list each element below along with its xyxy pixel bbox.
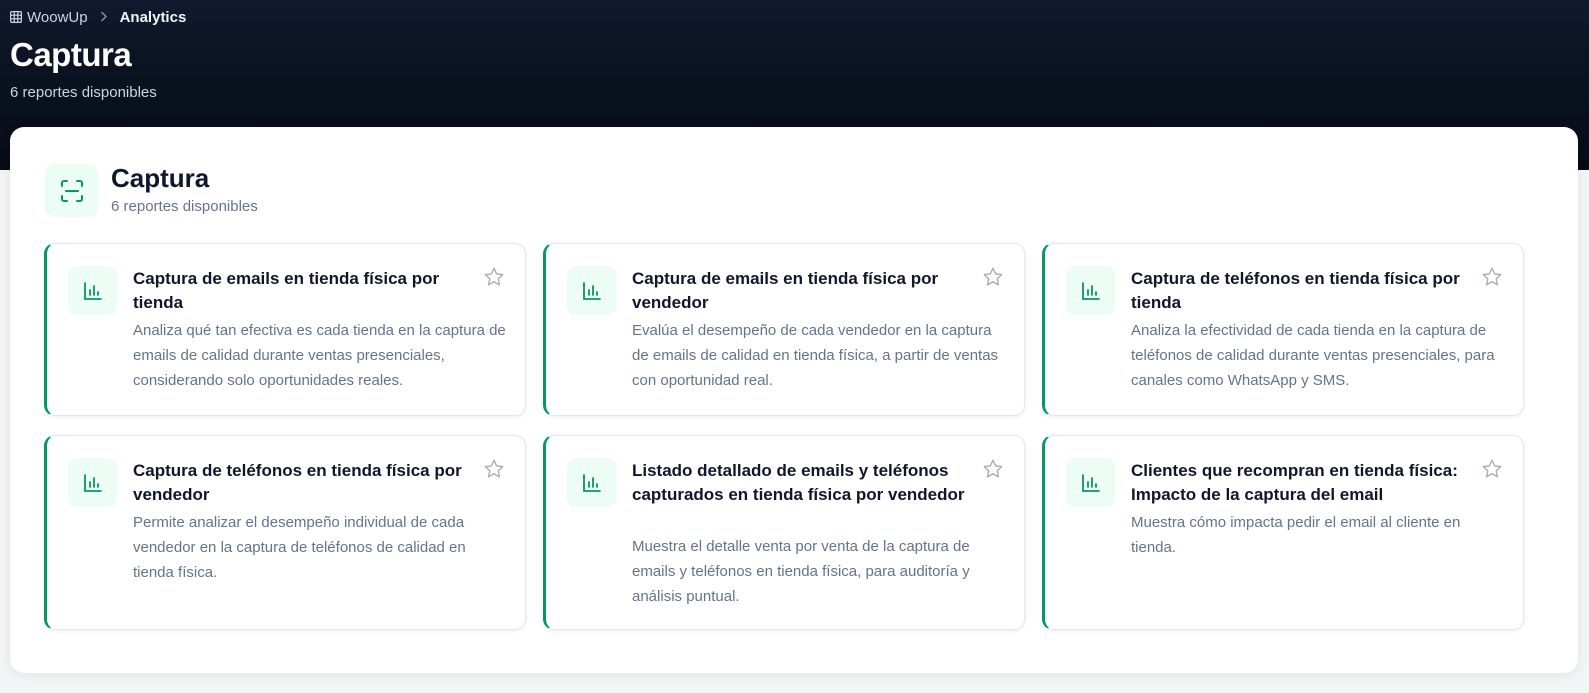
report-card[interactable]: Captura de teléfonos en tienda física po… xyxy=(44,435,526,630)
star-icon[interactable] xyxy=(1481,266,1503,288)
report-title: Captura de teléfonos en tienda física po… xyxy=(133,461,462,504)
star-icon[interactable] xyxy=(483,458,505,480)
page-title: Captura xyxy=(10,36,132,73)
report-description: Muestra cómo impacta pedir el email al c… xyxy=(1131,514,1461,556)
report-card[interactable]: Captura de emails en tienda física por t… xyxy=(44,243,526,416)
section-subtitle: 6 reportes disponibles xyxy=(111,198,258,215)
bar-chart-icon xyxy=(582,281,601,300)
report-card[interactable]: Captura de emails en tienda física por v… xyxy=(543,243,1025,416)
section-title: Captura xyxy=(111,163,210,193)
scan-icon xyxy=(60,179,83,202)
report-description: Evalúa el desempeño de cada vendedor en … xyxy=(632,322,999,389)
breadcrumb-home-label: WoowUp xyxy=(27,8,88,26)
section-icon-badge xyxy=(45,164,98,217)
report-description: Analiza la efectividad de cada tienda en… xyxy=(1131,322,1495,389)
bar-chart-icon xyxy=(83,473,102,492)
reports-panel: Captura 6 reportes disponibles Captura d… xyxy=(10,127,1578,673)
bar-chart-icon xyxy=(1081,281,1100,300)
breadcrumb-current: Analytics xyxy=(119,8,187,26)
report-description: Muestra el detalle venta por venta de la… xyxy=(632,538,970,605)
star-icon[interactable] xyxy=(982,266,1004,288)
breadcrumb-home[interactable]: WoowUp xyxy=(10,9,88,26)
report-title: Captura de teléfonos en tienda física po… xyxy=(1131,269,1460,312)
report-title: Captura de emails en tienda física por v… xyxy=(632,269,939,312)
report-icon-badge xyxy=(1066,266,1115,315)
report-title: Captura de emails en tienda física por t… xyxy=(133,269,440,312)
breadcrumb: WoowUp Analytics xyxy=(10,7,186,27)
report-card[interactable]: Captura de teléfonos en tienda física po… xyxy=(1042,243,1524,416)
report-icon-badge xyxy=(68,266,117,315)
grid-icon xyxy=(10,11,22,23)
report-title: Listado detallado de emails y teléfonos … xyxy=(632,461,965,504)
report-card[interactable]: Listado detallado de emails y teléfonos … xyxy=(543,435,1025,630)
bar-chart-icon xyxy=(582,473,601,492)
star-icon[interactable] xyxy=(1481,458,1503,480)
report-description: Permite analizar el desempeño individual… xyxy=(133,514,466,581)
report-icon-badge xyxy=(567,458,616,507)
page-subtitle: 6 reportes disponibles xyxy=(10,84,157,101)
report-title: Clientes que recompran en tienda física:… xyxy=(1131,461,1458,504)
report-description: Analiza qué tan efectiva es cada tienda … xyxy=(133,322,506,389)
star-icon[interactable] xyxy=(483,266,505,288)
report-icon-badge xyxy=(68,458,117,507)
report-icon-badge xyxy=(567,266,616,315)
bar-chart-icon xyxy=(1081,473,1100,492)
chevron-right-icon xyxy=(100,9,108,25)
star-icon[interactable] xyxy=(982,458,1004,480)
report-icon-badge xyxy=(1066,458,1115,507)
bar-chart-icon xyxy=(83,281,102,300)
report-card[interactable]: Clientes que recompran en tienda física:… xyxy=(1042,435,1524,630)
